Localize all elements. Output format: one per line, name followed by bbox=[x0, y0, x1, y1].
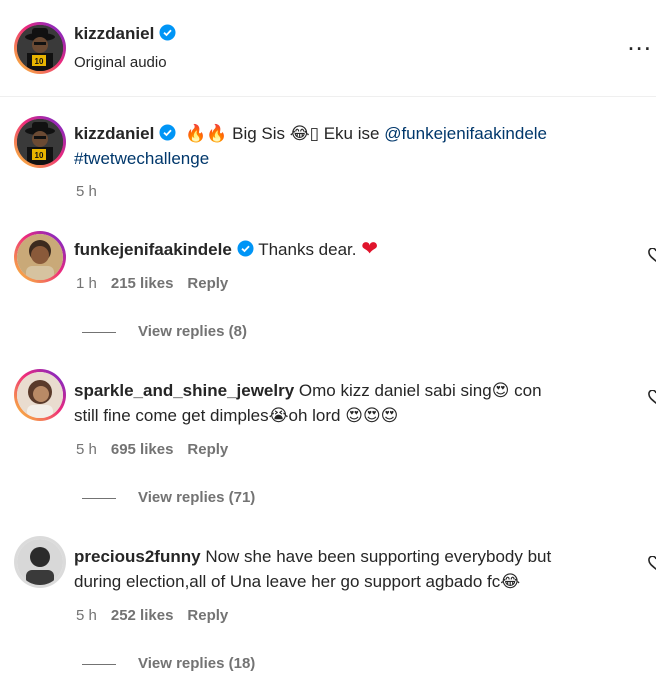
svg-text:10: 10 bbox=[35, 151, 44, 160]
comment-text-line2: during election,all of Una leave her go … bbox=[74, 572, 501, 591]
like-heart-icon[interactable] bbox=[648, 556, 656, 570]
caption-text-b: Eku ise bbox=[318, 124, 385, 143]
more-options-button[interactable]: ... bbox=[627, 26, 652, 57]
post-header: 10 kizzdaniel Original audio ... bbox=[0, 0, 656, 96]
comment-time[interactable]: 5 h bbox=[76, 607, 97, 624]
view-replies-label: View replies (8) bbox=[138, 323, 247, 340]
view-replies-label: View replies (71) bbox=[138, 489, 256, 506]
reply-button[interactable]: Reply bbox=[187, 275, 228, 292]
view-replies-label: View replies (18) bbox=[138, 655, 256, 672]
caption-line-2: #twetwechallenge bbox=[74, 146, 209, 171]
avatar-image: 10 bbox=[17, 25, 63, 71]
view-replies-button[interactable]: View replies (8) bbox=[82, 323, 247, 340]
divider-dash bbox=[82, 497, 116, 499]
post-username[interactable]: kizzdaniel bbox=[74, 24, 154, 43]
verified-badge-icon bbox=[237, 239, 254, 264]
verified-badge-icon bbox=[159, 24, 176, 46]
divider-dash bbox=[82, 331, 116, 333]
like-heart-icon[interactable] bbox=[648, 390, 656, 404]
mention-link[interactable]: @funkejenifaakindele bbox=[384, 124, 547, 143]
comment-likes[interactable]: 215 likes bbox=[111, 275, 174, 292]
svg-text:10: 10 bbox=[35, 57, 44, 66]
laughing-emoji: 😂 bbox=[289, 124, 310, 143]
comment-text-line1: Omo kizz daniel sabi sing bbox=[298, 381, 492, 400]
caption-line-1: kizzdaniel 🔥🔥 Big Sis 😂▯ Eku ise @funkej… bbox=[74, 121, 547, 148]
header-divider bbox=[0, 96, 656, 97]
comment-text-line2b: oh lord bbox=[288, 406, 346, 425]
comment-likes[interactable]: 252 likes bbox=[111, 607, 174, 624]
view-replies-button[interactable]: View replies (71) bbox=[82, 489, 255, 506]
caption-username[interactable]: kizzdaniel bbox=[74, 124, 154, 143]
comment-text-line2: still fine come get dimples bbox=[74, 406, 269, 425]
crying-emoji: 😭 bbox=[268, 406, 289, 425]
comment-avatar[interactable] bbox=[14, 536, 66, 588]
verified-badge-icon bbox=[159, 123, 176, 148]
comment-meta: 1 h 215 likes Reply bbox=[76, 275, 242, 292]
reply-button[interactable]: Reply bbox=[187, 607, 228, 624]
comment-username[interactable]: funkejenifaakindele bbox=[74, 240, 232, 259]
like-heart-icon[interactable] bbox=[648, 248, 656, 262]
comment-body: sparkle_and_shine_jewelry Omo kizz danie… bbox=[74, 378, 634, 428]
comment-text: Thanks dear. bbox=[258, 240, 362, 259]
red-heart-emoji: ❤ bbox=[361, 238, 378, 260]
caption-time[interactable]: 5 h bbox=[76, 183, 97, 200]
caption-author-avatar[interactable]: 10 bbox=[14, 116, 66, 168]
reply-button[interactable]: Reply bbox=[187, 441, 228, 458]
laughing-emoji: 😂 bbox=[500, 572, 521, 591]
post-author-avatar[interactable]: 10 bbox=[14, 22, 66, 74]
comment-meta: 5 h 695 likes Reply bbox=[76, 441, 242, 458]
comment-time[interactable]: 5 h bbox=[76, 441, 97, 458]
comment-username[interactable]: precious2funny bbox=[74, 547, 201, 566]
comment-avatar[interactable] bbox=[14, 369, 66, 421]
comment-meta: 5 h 252 likes Reply bbox=[76, 607, 242, 624]
comment-avatar[interactable] bbox=[14, 231, 66, 283]
caption-meta: 5 h bbox=[76, 183, 111, 200]
comment-body: funkejenifaakindele Thanks dear. ❤ bbox=[74, 237, 634, 264]
comment-username[interactable]: sparkle_and_shine_jewelry bbox=[74, 381, 294, 400]
comment-text-line1b: con bbox=[509, 381, 542, 400]
avatar-image bbox=[17, 234, 63, 280]
heart-eyes-emoji-group: 😍😍😍 bbox=[345, 406, 399, 425]
view-replies-button[interactable]: View replies (18) bbox=[82, 655, 255, 672]
comment-text-line1: Now she have been supporting everybody b… bbox=[205, 547, 552, 566]
missing-glyph: ▯ bbox=[309, 124, 319, 143]
fire-emoji: 🔥🔥 bbox=[185, 124, 228, 143]
avatar-image bbox=[17, 539, 63, 585]
comment-likes[interactable]: 695 likes bbox=[111, 441, 174, 458]
avatar-image bbox=[17, 372, 63, 418]
comment-time[interactable]: 1 h bbox=[76, 275, 97, 292]
comment-body: precious2funny Now she have been support… bbox=[74, 544, 634, 594]
heart-eyes-emoji: 😍 bbox=[491, 381, 510, 400]
audio-label[interactable]: Original audio bbox=[74, 54, 167, 71]
caption-text-a: Big Sis bbox=[227, 124, 290, 143]
avatar-image: 10 bbox=[17, 119, 63, 165]
post-author: kizzdaniel bbox=[74, 24, 176, 46]
divider-dash bbox=[82, 663, 116, 665]
hashtag-link[interactable]: #twetwechallenge bbox=[74, 149, 209, 168]
